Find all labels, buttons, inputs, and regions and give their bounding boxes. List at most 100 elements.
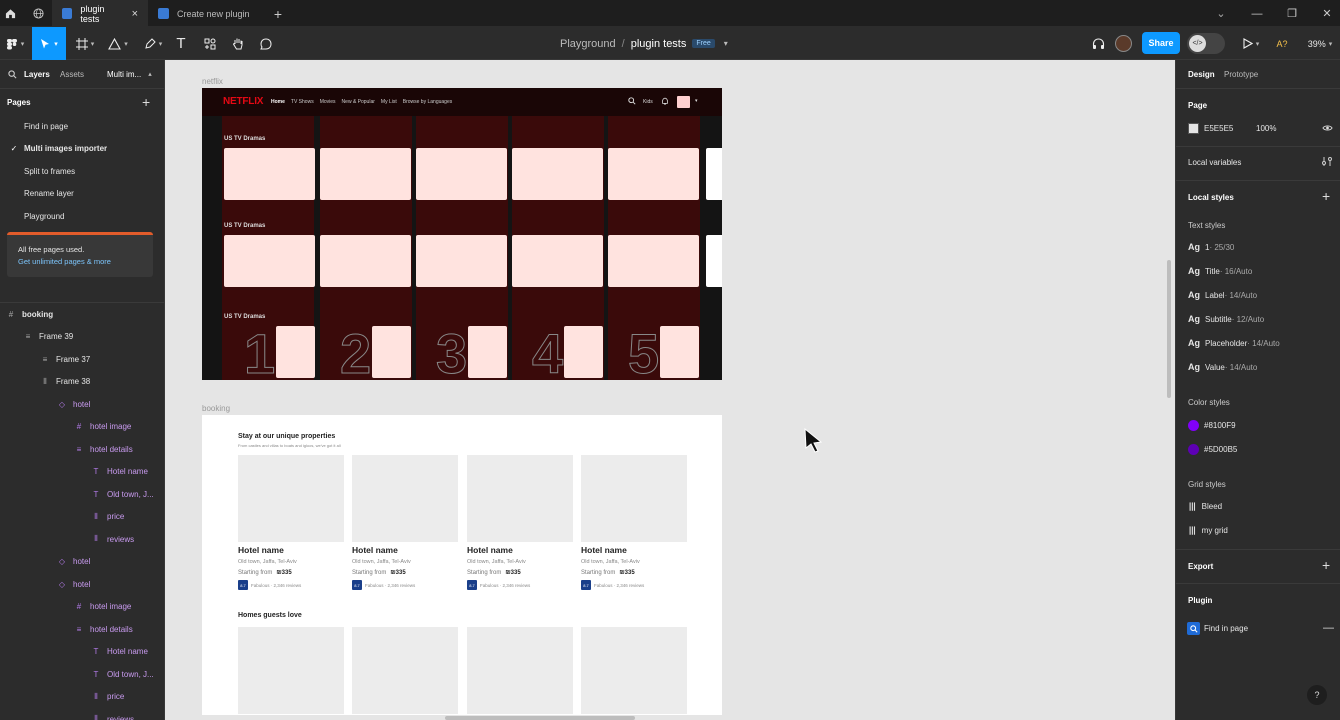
chevron-down-icon[interactable]: ⌄ [1210,0,1232,27]
layer-row[interactable]: ≡ Frame 37 [0,348,164,370]
grid-style-item[interactable]: ┃┃┃ my grid [1188,526,1228,535]
local-variables[interactable]: Local variables [1188,158,1241,167]
page-opacity-value[interactable]: 100% [1256,124,1276,133]
layer-row[interactable]: ◇ hotel [0,551,164,573]
frame-label-booking[interactable]: booking [202,404,230,413]
upgrade-link[interactable]: Get unlimited pages & more [18,257,111,266]
hand-tool-button[interactable] [228,27,248,60]
text-tool-icon[interactable]: T [172,27,190,60]
layer-row[interactable]: ⦀ Frame 38 [0,371,164,393]
eye-icon[interactable] [1322,124,1333,132]
restore-icon[interactable]: ❐ [1281,0,1303,27]
text-style-icon: Ag [1188,362,1200,372]
color-style-item[interactable]: #5D00B5 [1188,444,1237,455]
grid-style-item[interactable]: ┃┃┃ Bleed [1188,502,1222,511]
layer-row[interactable]: T Hotel name [0,641,164,663]
present-button[interactable]: ▾ [1238,27,1264,60]
avatar[interactable] [1115,35,1132,52]
page-dropdown[interactable]: Multi im... ▴ [107,70,152,79]
tab-prototype[interactable]: Prototype [1224,70,1258,79]
accessibility-check-button[interactable]: A? [1272,27,1292,60]
layer-row[interactable]: ⦀ reviews [0,708,164,720]
layer-label: hotel [73,399,91,409]
page-item[interactable]: Playground [0,205,164,227]
headphones-icon[interactable] [1088,27,1108,60]
tab-assets[interactable]: Assets [60,70,84,79]
layer-row[interactable]: # booking [0,303,164,325]
layer-row[interactable]: ◇ hotel [0,573,164,595]
layer-row[interactable]: ≡ Frame 39 [0,326,164,348]
frame-label-netflix[interactable]: netflix [202,77,223,86]
notice-text: All free pages used. [18,245,85,254]
text-style-item[interactable]: Ag Placeholder · 14/Auto [1188,338,1280,348]
zoom-value: 39% [1307,38,1326,49]
breadcrumb-project[interactable]: Playground [560,38,616,50]
help-button[interactable]: ? [1307,685,1327,705]
text-style-item[interactable]: Ag Value · 14/Auto [1188,362,1257,372]
close-tab-icon[interactable]: × [132,8,138,20]
layer-row[interactable]: ◇ hotel [0,393,164,415]
page-label: Multi images importer [24,144,108,153]
add-export-icon[interactable]: + [1322,557,1330,573]
text-style-spec: · 16/Auto [1219,266,1253,276]
toolbar: ▾ ▾ ▾ ▾ ▾ T Playground / plugin tests Fr… [0,27,1340,60]
frame-tool-button[interactable]: ▾ [72,27,98,60]
layer-row[interactable]: T Old town, J... [0,483,164,505]
canvas[interactable]: netflix NETFLIX Home TV Shows Movies New… [165,60,1175,720]
layer-row[interactable]: ⦀ price [0,506,164,528]
pen-tool-button[interactable]: ▾ [140,27,166,60]
resources-button[interactable] [200,27,220,60]
booking-frame[interactable]: Stay at our unique properties From castl… [202,415,722,715]
layer-row[interactable]: ⦀ reviews [0,528,164,550]
add-style-icon[interactable]: + [1322,188,1330,204]
close-window-icon[interactable]: ✕ [1316,0,1338,27]
text-style-name: Title [1205,266,1220,276]
globe-icon[interactable] [28,0,48,27]
layer-row[interactable]: # hotel image [0,416,164,438]
page-item[interactable]: Split to frames [0,160,164,182]
text-style-item[interactable]: Ag Subtitle · 12/Auto [1188,314,1264,324]
minimize-icon[interactable]: — [1246,0,1268,27]
page-item[interactable]: Rename layer [0,183,164,205]
color-style-item[interactable]: #8100F9 [1188,420,1236,431]
show-card [608,235,699,287]
horizontal-scrollbar[interactable] [445,716,635,720]
move-tool-button[interactable]: ▾ [32,27,66,60]
variables-settings-icon[interactable] [1322,156,1332,167]
price-prefix: Starting from [352,570,387,576]
add-page-icon[interactable]: + [142,94,150,110]
share-button[interactable]: Share [1142,32,1180,54]
dev-mode-toggle[interactable]: </> [1187,33,1225,54]
layer-label: hotel image [90,422,132,431]
file-name[interactable]: plugin tests [631,38,687,50]
layer-row[interactable]: ⦀ price [0,686,164,708]
main-menu-button[interactable]: ▾ [2,27,28,60]
page-color-swatch[interactable] [1188,123,1199,134]
text-style-item[interactable]: Ag Label · 14/Auto [1188,290,1257,300]
new-tab-icon[interactable]: + [268,0,288,27]
zoom-control[interactable]: 39% ▾ [1302,27,1338,60]
tab-layers[interactable]: Layers [24,70,50,79]
page-color-value[interactable]: E5E5E5 [1204,124,1233,133]
netflix-frame[interactable]: NETFLIX Home TV Shows Movies New & Popul… [202,88,722,380]
remove-plugin-icon[interactable]: — [1323,622,1334,634]
page-item[interactable]: ✓ Multi images importer [0,138,164,160]
page-item[interactable]: Find in page [0,115,164,137]
text-style-item[interactable]: Ag Title · 16/Auto [1188,266,1252,276]
comment-tool-button[interactable] [256,27,276,60]
home-icon[interactable] [0,0,20,27]
layer-row[interactable]: T Old town, J... [0,663,164,685]
plugin-item[interactable]: Find in page [1204,624,1248,633]
layer-row[interactable]: ≡ hotel details [0,438,164,460]
tab-plugin-tests[interactable]: plugin tests × [52,0,148,27]
chevron-down-icon[interactable]: ▾ [724,39,728,48]
shape-tool-button[interactable]: ▾ [104,27,132,60]
search-icon[interactable] [8,70,17,81]
tab-create-new-plugin[interactable]: Create new plugin [148,0,266,27]
vertical-scrollbar[interactable] [1167,260,1171,398]
layer-row[interactable]: T Hotel name [0,461,164,483]
layer-row[interactable]: ≡ hotel details [0,618,164,640]
layer-row[interactable]: # hotel image [0,596,164,618]
text-style-item[interactable]: Ag 1 · 25/30 [1188,242,1234,252]
tab-design[interactable]: Design [1188,70,1215,79]
